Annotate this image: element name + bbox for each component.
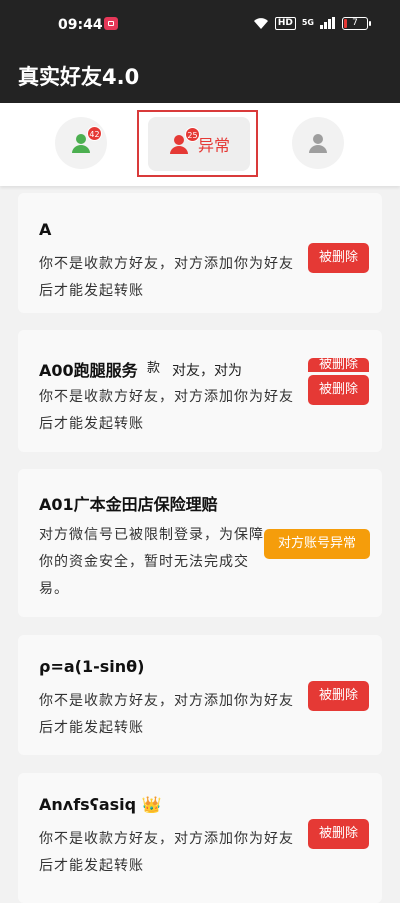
deleted-button[interactable]: 被删除 [308, 819, 369, 849]
friend-name: ρ=a(1-sinθ) [39, 657, 145, 676]
tab-unknown[interactable] [292, 117, 344, 169]
list-item[interactable]: A 你不是收款方好友，对方添加你为好友后才能发起转账 被删除 [18, 193, 382, 313]
overlap-text: 款 [147, 361, 161, 376]
status-icons: HD 5G 7 [253, 16, 371, 30]
deleted-button[interactable]: 被删除 [308, 243, 369, 273]
friend-name: A01广本金田店保险理赔 [39, 495, 218, 514]
person-icon [307, 132, 329, 154]
friend-name: Anʌfsʕasiq 👑 [39, 795, 162, 814]
list-item[interactable]: A00跑腿服务 款 对友，对为 你不是收款方好友，对方添加你为好友后才能发起转账… [18, 330, 382, 452]
deleted-button[interactable]: 被删除 [308, 681, 369, 711]
person-icon: 42 [70, 126, 102, 154]
friend-status-message: 你不是收款方好友，对方添加你为好友后才能发起转账 [39, 693, 294, 736]
filter-tabs: 42 25 异常 [0, 103, 400, 186]
overlap-text: 对友，对为 [172, 363, 242, 379]
status-bar: 09:44 HD 5G 7 [0, 0, 400, 46]
battery-icon: 7 [342, 16, 371, 30]
list-item[interactable]: A01广本金田店保险理赔 对方微信号已被限制登录，为保障你的资金安全，暂时无法完… [18, 469, 382, 617]
deleted-button[interactable]: 被删除 [308, 375, 369, 405]
person-icon: 25 [168, 127, 200, 155]
friend-status-message: 你不是收款方好友，对方添加你为好友后才能发起转账 [39, 256, 294, 299]
wifi-icon [253, 18, 268, 29]
page-title: 真实好友4.0 [18, 65, 140, 89]
tab-abnormal[interactable]: 25 异常 [148, 117, 250, 171]
account-abnormal-button[interactable]: 对方账号异常 [264, 529, 370, 559]
battery-level: 7 [352, 18, 358, 28]
friends-count-badge: 42 [87, 126, 102, 141]
tab-friends[interactable]: 42 [55, 117, 107, 169]
friend-status-message: 你不是收款方好友，对方添加你为好友后才能发起转账 [39, 831, 294, 874]
list-item[interactable]: Anʌfsʕasiq 👑 你不是收款方好友，对方添加你为好友后才能发起转账 被删… [18, 773, 382, 903]
status-time: 09:44 [58, 17, 103, 33]
friend-status-message: 你不是收款方好友，对方添加你为好友后才能发起转账 [39, 389, 294, 432]
signal-icon [320, 17, 335, 29]
friend-name: A00跑腿服务 [39, 361, 138, 380]
tab-abnormal-label: 异常 [197, 136, 230, 155]
network-type: 5G [301, 18, 314, 27]
friend-status-message: 对方微信号已被限制登录，为保障你的资金安全，暂时无法完成交易。 [39, 527, 264, 597]
hd-icon: HD [274, 16, 296, 30]
deleted-button-ghost: 被删除 [308, 358, 369, 372]
app-header: 09:44 HD 5G 7 真实好友4.0 [0, 0, 400, 103]
friend-name: A [39, 220, 52, 239]
list-item[interactable]: ρ=a(1-sinθ) 你不是收款方好友，对方添加你为好友后才能发起转账 被删除 [18, 635, 382, 755]
notification-app-icon [104, 17, 118, 30]
abnormal-count-badge: 25 [184, 127, 200, 142]
